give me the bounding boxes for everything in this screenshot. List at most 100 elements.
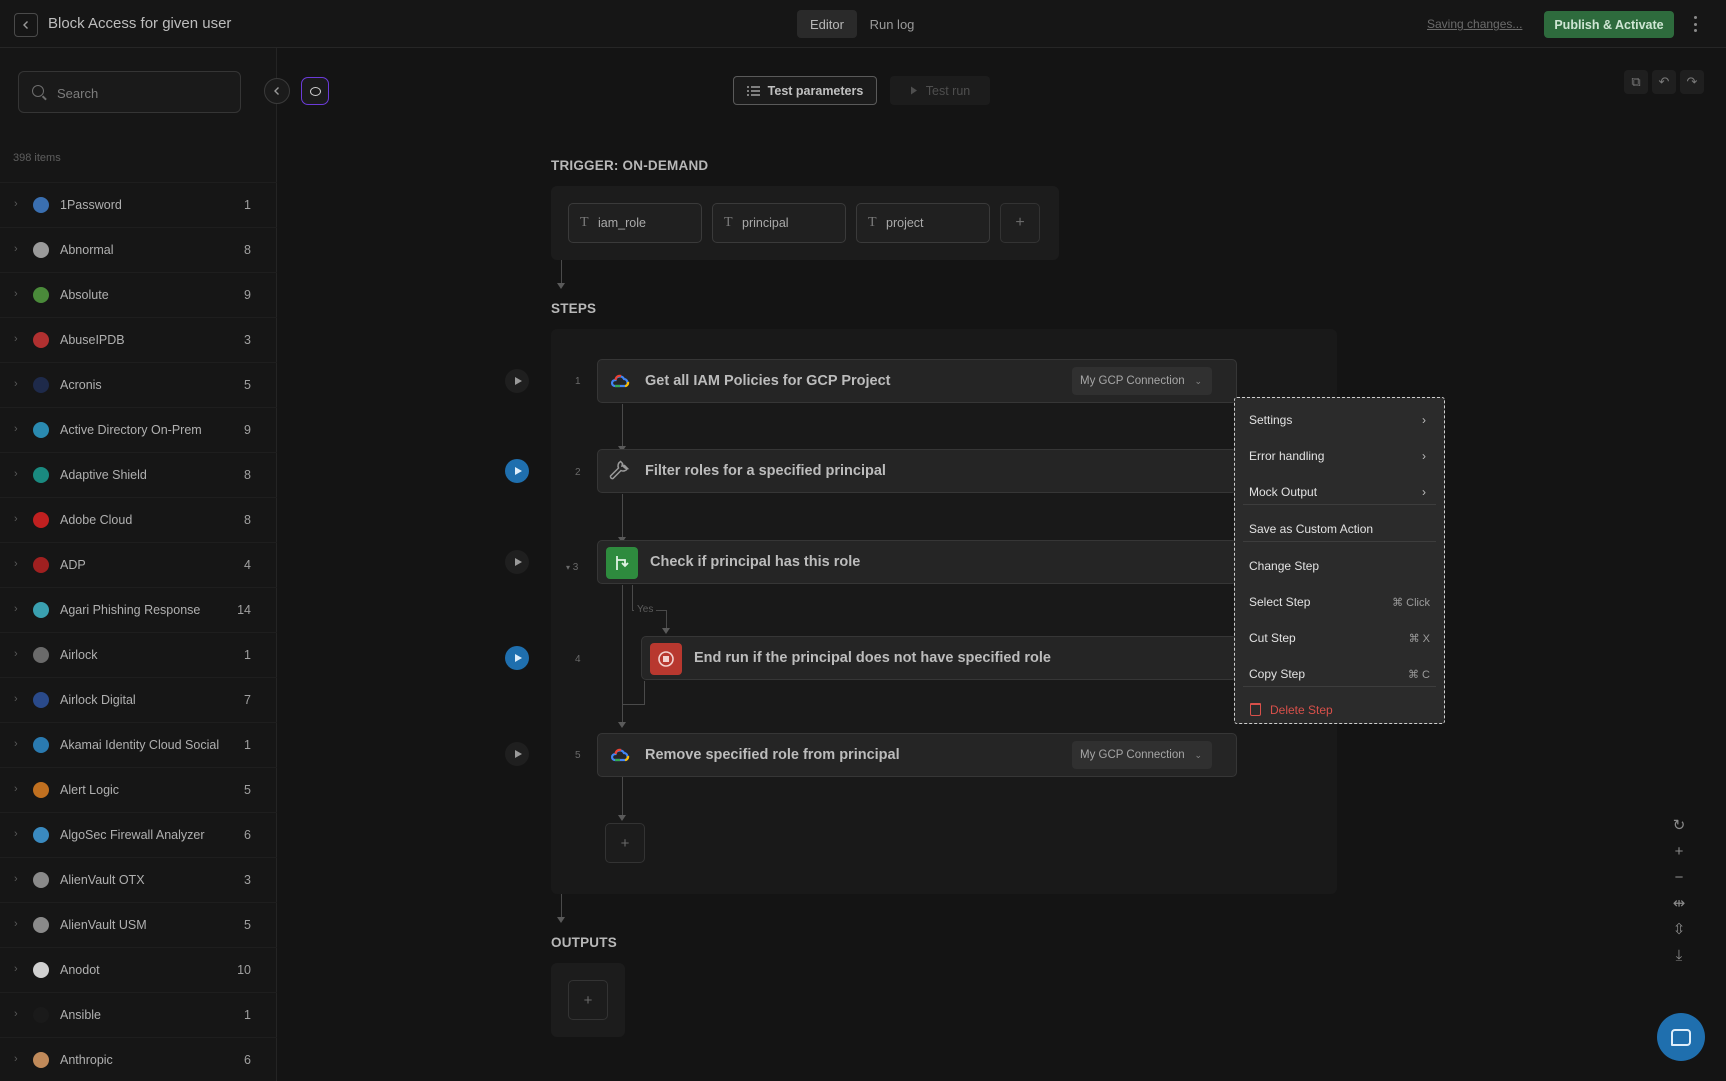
action-count: 7 [244,693,251,707]
trigger-param[interactable]: T principal [712,203,846,243]
test-parameters-button[interactable]: Test parameters [733,76,877,105]
menu-item-cut-step[interactable]: Cut Step ⌘ X [1243,624,1436,652]
action-count: 6 [244,1053,251,1067]
menu-item-settings[interactable]: Settings › [1243,406,1436,434]
sidebar-item[interactable]: › Absolute 9 [0,272,277,317]
step-card[interactable]: Filter roles for a specified principal [597,449,1237,493]
trigger-param[interactable]: T project [856,203,990,243]
sidebar-item[interactable]: › Alert Logic 5 [0,767,277,812]
sidebar-item[interactable]: › AbuseIPDB 3 [0,317,277,362]
step-number: 5 [575,750,581,761]
test-run-button[interactable]: Test run [890,76,990,105]
collapse-all-icon[interactable]: ⤓ [1666,942,1692,968]
integration-logo-icon [33,962,49,978]
menu-item-save-custom-action[interactable]: Save as Custom Action [1243,515,1436,543]
top-header: Block Access for given user Editor Run l… [0,0,1726,48]
action-count: 5 [244,783,251,797]
tab-editor[interactable]: Editor [797,10,857,38]
menu-item-error-handling[interactable]: Error handling › [1243,442,1436,470]
step-card[interactable]: Remove specified role from principal My … [597,733,1237,777]
run-step-button[interactable] [505,646,529,670]
zoom-out-icon[interactable]: − [1666,864,1692,890]
search-input[interactable] [57,83,227,103]
sidebar-item[interactable]: › AlgoSec Firewall Analyzer 6 [0,812,277,857]
sidebar-item[interactable]: › Anthropic 6 [0,1037,277,1081]
chevron-right-icon: › [14,558,18,570]
item-count: 398 items [13,152,61,164]
action-count: 3 [244,333,251,347]
undo-icon[interactable]: ↶ [1652,70,1676,94]
text-type-icon: T [724,215,733,230]
sidebar-item[interactable]: › AlienVault USM 5 [0,902,277,947]
menu-item-mock-output[interactable]: Mock Output › [1243,478,1436,506]
text-type-icon: T [580,215,589,230]
step-title: Remove specified role from principal [645,747,900,763]
sidebar-item[interactable]: › Abnormal 8 [0,227,277,272]
step-number: 2 [575,467,581,478]
run-step-button[interactable] [505,459,529,483]
more-options-icon[interactable] [1690,13,1700,35]
integration-name: Akamai Identity Cloud Social [60,738,220,752]
sidebar-item[interactable]: › Agari Phishing Response 14 [0,587,277,632]
run-step-button[interactable] [505,369,529,393]
connector-line [666,610,667,630]
step-card[interactable]: Check if principal has this role [597,540,1237,584]
fit-vertical-icon[interactable]: ⇳ [1666,916,1692,942]
run-step-button[interactable] [505,742,529,766]
ai-assistant-button[interactable] [301,77,329,105]
menu-item-change-step[interactable]: Change Step [1243,552,1436,580]
sidebar-item[interactable]: › Airlock Digital 7 [0,677,277,722]
sidebar-item[interactable]: › Akamai Identity Cloud Social 1 [0,722,277,767]
menu-item-copy-step[interactable]: Copy Step ⌘ C [1243,660,1436,688]
publish-activate-button[interactable]: Publish & Activate [1544,11,1674,38]
sidebar-item[interactable]: › Ansible 1 [0,992,277,1037]
redo-icon[interactable]: ↷ [1680,70,1704,94]
connection-select[interactable]: My GCP Connection ⌄ [1072,367,1212,395]
sidebar-item[interactable]: › ADP 4 [0,542,277,587]
chevron-right-icon: › [14,243,18,255]
menu-item-delete-step[interactable]: Delete Step [1243,696,1436,724]
param-name: iam_role [598,216,646,230]
search-box[interactable] [18,71,241,113]
fit-horizontal-icon[interactable]: ⇹ [1666,890,1692,916]
chevron-right-icon: › [14,198,18,210]
menu-item-select-step[interactable]: Select Step ⌘ Click [1243,588,1436,616]
connection-select[interactable]: My GCP Connection ⌄ [1072,741,1212,769]
chat-support-button[interactable] [1657,1013,1705,1061]
zoom-controls: ↻ + − ⇹ ⇳ ⤓ [1666,812,1692,980]
add-step-button[interactable]: + [605,823,645,863]
trigger-param[interactable]: T iam_role [568,203,702,243]
stop-run-icon [650,643,682,675]
connection-value: My GCP Connection [1080,375,1185,387]
sidebar-item[interactable]: › Adaptive Shield 8 [0,452,277,497]
connector-arrow [618,815,626,821]
collapse-branch-icon[interactable]: ▾ [566,563,570,572]
chevron-right-icon: › [14,648,18,660]
list-icon [746,85,760,96]
action-count: 8 [244,243,251,257]
collapse-sidebar-button[interactable] [264,78,290,104]
add-output-button[interactable]: + [568,980,608,1020]
step-title: Get all IAM Policies for GCP Project [645,373,891,389]
chevron-right-icon: › [14,333,18,345]
reset-view-icon[interactable]: ↻ [1666,812,1692,838]
search-icon [32,85,44,97]
sidebar-item[interactable]: › Adobe Cloud 8 [0,497,277,542]
chevron-right-icon: › [14,1008,18,1020]
run-step-button[interactable] [505,550,529,574]
add-parameter-button[interactable]: + [1000,203,1040,243]
sidebar-item[interactable]: › AlienVault OTX 3 [0,857,277,902]
step-card[interactable]: Get all IAM Policies for GCP Project My … [597,359,1237,403]
sidebar-item[interactable]: › 1Password 1 [0,182,277,227]
trigger-box: T iam_role T principal T project + [551,186,1059,260]
play-icon [514,558,522,566]
sidebar-item[interactable]: › Active Directory On-Prem 9 [0,407,277,452]
sidebar-item[interactable]: › Anodot 10 [0,947,277,992]
back-button[interactable] [14,13,38,37]
tab-run-log[interactable]: Run log [862,10,922,38]
step-card[interactable]: End run if the principal does not have s… [641,636,1237,680]
sidebar-item[interactable]: › Acronis 5 [0,362,277,407]
zoom-in-icon[interactable]: + [1666,838,1692,864]
sidebar-item[interactable]: › Airlock 1 [0,632,277,677]
copy-icon[interactable]: ⧉ [1624,70,1648,94]
